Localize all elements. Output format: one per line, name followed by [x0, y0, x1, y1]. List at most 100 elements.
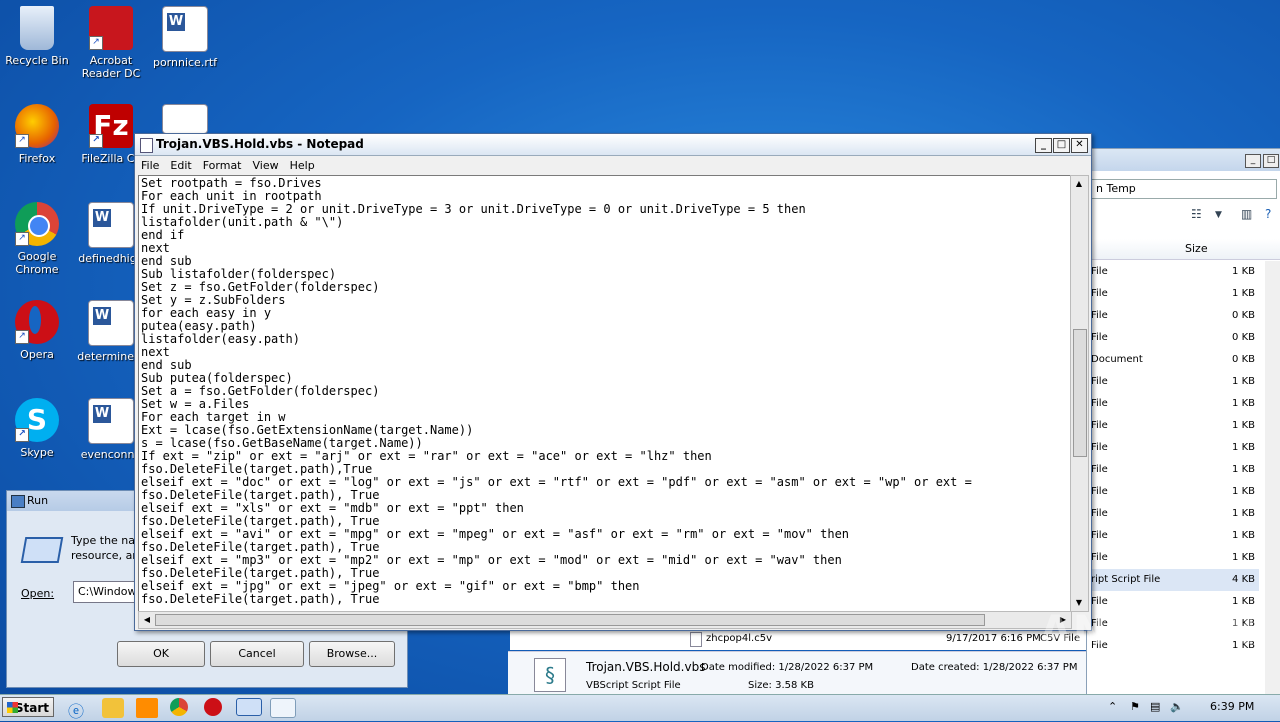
details-date-modified: Date modified: 1/28/2022 6:37 PM: [701, 662, 874, 673]
start-button[interactable]: Start: [2, 697, 54, 717]
details-file-type: VBScript Script File: [586, 680, 681, 691]
menu-help[interactable]: Help: [284, 156, 320, 172]
desktop-icon-firefox[interactable]: ↗ Firefox: [0, 104, 74, 165]
file-type: File: [1091, 398, 1108, 409]
list-item[interactable]: ript Script File 4 KB: [1087, 569, 1259, 591]
desktop-icon-chrome[interactable]: ↗ Google Chrome: [0, 202, 74, 276]
run-program-icon: [20, 537, 64, 563]
network-icon[interactable]: ▤: [1150, 700, 1160, 713]
explorer-address-bar[interactable]: n Temp: [1091, 179, 1277, 199]
chevron-down-icon[interactable]: ▼: [1215, 210, 1222, 220]
help-icon[interactable]: ?: [1265, 207, 1271, 221]
file-size: 1 KB: [1232, 508, 1255, 519]
explorer-minimize-button[interactable]: _: [1245, 154, 1261, 168]
file-size: 1 KB: [1232, 376, 1255, 387]
word-doc-icon: W: [88, 398, 134, 444]
minimize-button[interactable]: _: [1035, 138, 1052, 153]
file-size: 0 KB: [1232, 310, 1255, 321]
desktop-icon-skype[interactable]: S ↗ Skype: [0, 398, 74, 459]
system-tray: ⌃ ⚑ ▤ 🔈 6:39 PM: [1100, 695, 1280, 721]
menu-view[interactable]: View: [247, 156, 284, 172]
notepad-taskbar-icon[interactable]: [270, 698, 296, 718]
chrome-taskbar-icon[interactable]: [170, 698, 188, 716]
file-type: File: [1091, 552, 1108, 563]
tray-expand-icon[interactable]: ⌃: [1108, 700, 1117, 713]
desktop-icon-recycle-bin[interactable]: Recycle Bin: [0, 6, 74, 67]
list-item[interactable]: File 1 KB: [1087, 283, 1259, 305]
list-item[interactable]: File 1 KB: [1087, 437, 1259, 459]
file-type: File: [1091, 486, 1108, 497]
list-item[interactable]: File 1 KB: [1087, 459, 1259, 481]
file-size: 1 KB: [1232, 398, 1255, 409]
list-item[interactable]: File 1 KB: [1087, 261, 1259, 283]
desktop-icon-acrobat[interactable]: ↗ Acrobat Reader DC: [74, 6, 148, 80]
menu-edit[interactable]: Edit: [164, 156, 196, 172]
run-taskbar-icon[interactable]: [236, 698, 262, 716]
list-item[interactable]: File 1 KB: [1087, 503, 1259, 525]
maximize-button[interactable]: □: [1053, 138, 1070, 153]
horizontal-scroll-thumb[interactable]: [155, 614, 985, 626]
scroll-left-arrow-icon[interactable]: ◀: [141, 614, 153, 626]
list-item[interactable]: File 1 KB: [1087, 525, 1259, 547]
list-item[interactable]: File 0 KB: [1087, 327, 1259, 349]
start-label: Start: [14, 701, 49, 715]
vertical-scrollbar[interactable]: ▲ ▼: [1070, 175, 1089, 612]
file-size: 0 KB: [1232, 354, 1255, 365]
skype-icon: S ↗: [15, 398, 59, 442]
notepad-window: Trojan.VBS.Hold.vbs - Notepad _ □ ✕ File Ed…: [134, 133, 1092, 631]
list-item[interactable]: File 1 KB: [1087, 415, 1259, 437]
file-type: Document: [1091, 354, 1143, 365]
notepad-icon: [140, 138, 153, 153]
file-type: File: [1091, 420, 1108, 431]
media-player-icon[interactable]: [136, 698, 158, 718]
word-doc-icon: W: [162, 6, 208, 52]
explorer-column-header: Size: [1087, 239, 1280, 260]
opera-icon: ↗: [15, 300, 59, 344]
notepad-titlebar[interactable]: Trojan.VBS.Hold.vbs - Notepad _ □ ✕: [135, 134, 1091, 156]
list-item[interactable]: File 1 KB: [1087, 393, 1259, 415]
explorer-maximize-button[interactable]: □: [1263, 154, 1279, 168]
list-item[interactable]: File 1 KB: [1087, 371, 1259, 393]
menu-format[interactable]: Format: [197, 156, 247, 172]
action-center-icon[interactable]: ⚑: [1130, 700, 1140, 713]
list-item[interactable]: Document 0 KB: [1087, 349, 1259, 371]
size-column-header[interactable]: Size: [1185, 242, 1208, 255]
internet-explorer-icon[interactable]: ⓔ: [68, 698, 90, 721]
desktop-icon-opera[interactable]: ↗ Opera: [0, 300, 74, 361]
horizontal-scrollbar[interactable]: ◀ ▶: [138, 611, 1072, 629]
ok-button[interactable]: OK: [117, 641, 205, 667]
list-item[interactable]: File 0 KB: [1087, 305, 1259, 327]
explorer-file-row[interactable]: zhcpop4l.c5v 9/17/2017 6:16 PM C5V File: [510, 628, 1086, 650]
notepad-text-area[interactable]: Set rootpath = fso.Drives For each unit …: [138, 175, 1072, 612]
vertical-scroll-thumb[interactable]: [1073, 329, 1087, 457]
explorer-toolbar: ☷ ▼ ▥ ?: [1187, 207, 1277, 229]
run-description: Type the na resource, ar: [71, 534, 137, 562]
desktop-icon-pornnice[interactable]: W pornnice.rtf: [148, 6, 222, 69]
vbscript-file-icon: §: [534, 658, 566, 692]
file-explorer-icon[interactable]: [102, 698, 124, 718]
menu-file[interactable]: File: [135, 156, 164, 172]
explorer-details-pane: § Trojan.VBS.Hold.vbs VBScript Script Fi…: [508, 651, 1086, 694]
watermark: ANY RUN: [1040, 608, 1259, 654]
list-item[interactable]: File 1 KB: [1087, 481, 1259, 503]
volume-icon[interactable]: 🔈: [1170, 700, 1184, 713]
close-button[interactable]: ✕: [1071, 138, 1088, 153]
browse-button[interactable]: Browse...: [309, 641, 395, 667]
list-item[interactable]: File 1 KB: [1087, 547, 1259, 569]
word-doc-icon: [162, 104, 208, 134]
file-type: File: [1091, 596, 1108, 607]
acrobat-icon: ↗: [89, 6, 133, 50]
clock[interactable]: 6:39 PM: [1210, 700, 1254, 713]
cancel-button[interactable]: Cancel: [210, 641, 304, 667]
preview-pane-icon[interactable]: ▥: [1241, 207, 1252, 221]
file-size: 4 KB: [1232, 574, 1255, 585]
view-options-icon[interactable]: ☷: [1191, 207, 1202, 221]
file-date: 9/17/2017 6:16 PM: [946, 633, 1041, 644]
file-size: 0 KB: [1232, 332, 1255, 343]
scroll-up-arrow-icon[interactable]: ▲: [1073, 178, 1085, 190]
opera-taskbar-icon[interactable]: [204, 698, 222, 716]
explorer-vertical-scrollbar[interactable]: [1265, 261, 1280, 695]
file-size: 1 KB: [1232, 486, 1255, 497]
file-type: File: [1091, 288, 1108, 299]
file-size: 1 KB: [1232, 530, 1255, 541]
